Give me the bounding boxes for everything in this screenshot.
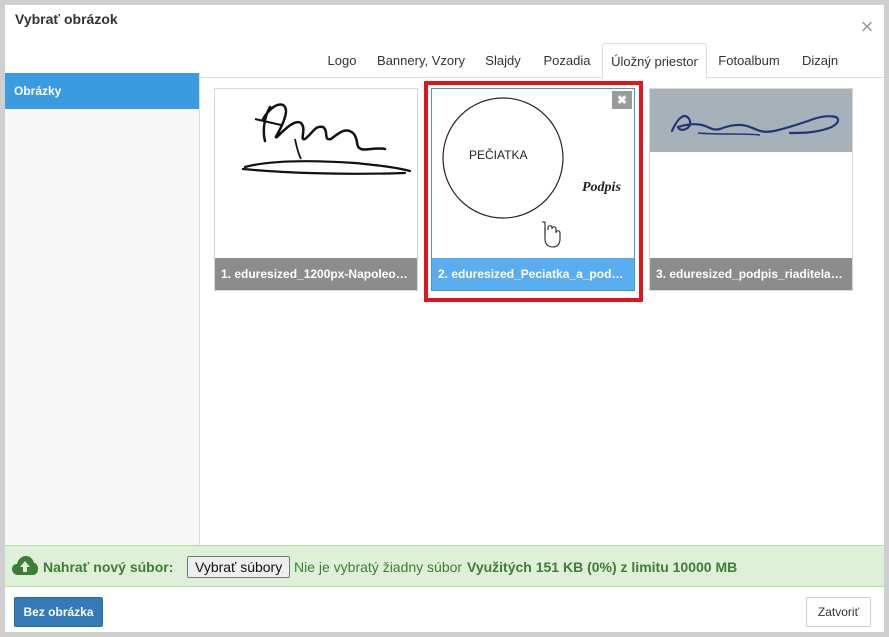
file-status: Nie je vybratý žiadny súbor — [294, 559, 463, 575]
image-caption: 3. eduresized_podpis_riaditela.jpg — [650, 258, 852, 290]
no-image-button[interactable]: Bez obrázka — [14, 597, 103, 627]
dialog: Vybrať obrázok × Logo Bannery, Vzory Sla… — [0, 0, 889, 637]
signature-napoleon-thumbnail — [241, 103, 412, 175]
tab-pozadia[interactable]: Pozadia — [539, 43, 595, 78]
image-card[interactable]: 3. eduresized_podpis_riaditela.jpg — [649, 88, 853, 291]
cloud-upload-icon — [12, 556, 38, 575]
choose-files-button[interactable]: Vybrať súbory — [187, 556, 291, 578]
upload-bar: Nahrať nový súbor: Vybrať súbory Nie je … — [5, 545, 884, 587]
close-button[interactable]: Zatvoriť — [806, 597, 871, 627]
signature-director-thumbnail — [650, 89, 852, 152]
tab-bar: Logo Bannery, Vzory Slajdy Pozadia Úložn… — [5, 38, 884, 79]
tab-slajdy[interactable]: Slajdy — [481, 43, 525, 78]
image-card[interactable]: 1. eduresized_1200px-Napoleon... — [214, 88, 418, 291]
storage-usage: Využitých 151 KB (0%) z limitu 10000 MB — [467, 559, 738, 575]
image-caption: 1. eduresized_1200px-Napoleon... — [215, 258, 417, 290]
sidebar: Obrázky — [5, 73, 200, 545]
tab-dizajn[interactable]: Dizajn — [797, 43, 843, 78]
tab-logo[interactable]: Logo — [323, 43, 361, 78]
dialog-title: Vybrať obrázok — [15, 11, 118, 27]
sidebar-item-obrazky[interactable]: Obrázky — [5, 73, 199, 109]
tab-bannery-vzory[interactable]: Bannery, Vzory — [375, 43, 467, 78]
close-icon[interactable]: × — [857, 16, 877, 38]
selection-highlight — [424, 81, 643, 302]
tab-fotoalbum[interactable]: Fotoalbum — [715, 43, 783, 78]
upload-label: Nahrať nový súbor: — [43, 559, 174, 575]
tab-ulozny-priestor[interactable]: Úložný priestor — [602, 43, 707, 79]
